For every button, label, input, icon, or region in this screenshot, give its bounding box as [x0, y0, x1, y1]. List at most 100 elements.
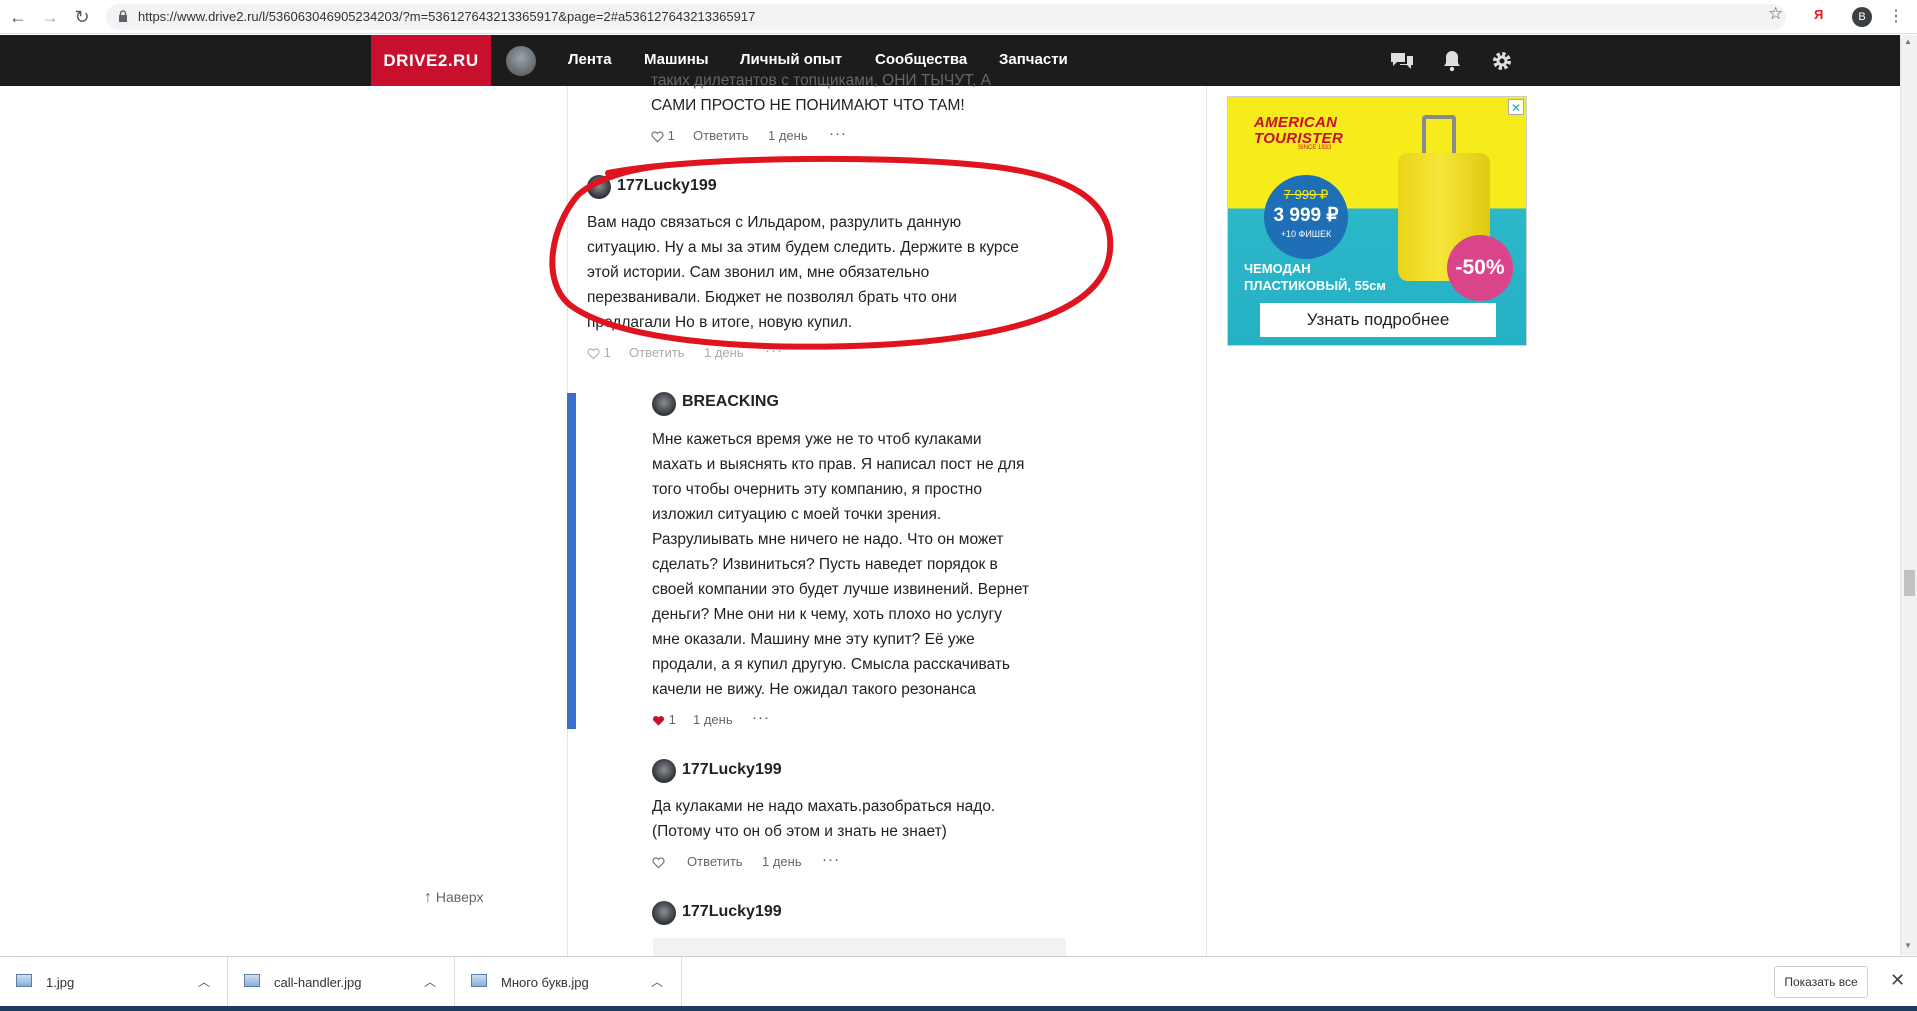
- user-avatar[interactable]: [506, 46, 536, 76]
- reply-link[interactable]: Ответить: [693, 128, 749, 143]
- comment-line: Вам надо связаться с Ильдаром, разрулить…: [587, 214, 962, 231]
- more-options-icon[interactable]: ···: [822, 851, 840, 868]
- scroll-up-arrow-icon[interactable]: ▲: [1904, 37, 1912, 46]
- like-button[interactable]: 1: [651, 128, 675, 143]
- settings-gear-icon[interactable]: [1489, 48, 1515, 74]
- reply-thread-indicator: [567, 393, 576, 729]
- arrow-up-icon: ↑: [424, 889, 432, 906]
- browser-menu-icon[interactable]: ⋮: [1888, 6, 1904, 26]
- quoted-reply-block: [653, 938, 1066, 956]
- heart-outline-icon: [587, 348, 600, 360]
- forward-arrow-icon[interactable]: →: [40, 7, 60, 27]
- comment-line: (Потому что он об этом и знать не знает): [652, 823, 947, 840]
- more-options-icon[interactable]: ···: [765, 342, 783, 359]
- comment-author[interactable]: 177Lucky199: [682, 761, 782, 779]
- like-button[interactable]: [652, 854, 665, 869]
- comment-time: 1 день: [693, 712, 733, 727]
- more-options-icon[interactable]: ···: [829, 125, 847, 142]
- comment-line: Разрулиывать мне ничего не надо. Что он …: [652, 531, 1004, 548]
- scroll-down-arrow-icon[interactable]: ▼: [1904, 941, 1912, 950]
- avatar[interactable]: [652, 759, 676, 783]
- profile-avatar[interactable]: B: [1852, 7, 1872, 27]
- downloads-bar: 1.jpg ︿ call-handler.jpg ︿ Много букв.jp…: [0, 956, 1917, 1007]
- page-scrollbar[interactable]: ▲ ▼: [1900, 35, 1917, 955]
- ad-brand-logo: AMERICAN TOURISTER: [1254, 114, 1344, 147]
- chevron-up-icon[interactable]: ︿: [424, 973, 436, 990]
- reply-link[interactable]: Ответить: [687, 854, 743, 869]
- address-bar[interactable]: https://www.drive2.ru/l/5360630469052342…: [106, 4, 1786, 30]
- close-icon[interactable]: ✕: [1890, 970, 1905, 991]
- comment-line: Мне кажеться время уже не то чтоб кулака…: [652, 431, 982, 448]
- download-filename: 1.jpg: [46, 975, 75, 990]
- image-file-icon: [244, 974, 260, 987]
- like-button[interactable]: 1: [652, 712, 676, 727]
- chevron-up-icon[interactable]: ︿: [198, 973, 210, 990]
- comment-line: качели не вижу. Не ожидал такого резонан…: [652, 681, 976, 698]
- url-text: https://www.drive2.ru/l/5360630469052342…: [138, 9, 756, 24]
- comment-line: деньги? Мне они ни к чему, хоть плохо но…: [652, 606, 1002, 623]
- back-to-top-link[interactable]: ↑ Наверх: [424, 889, 483, 907]
- suitcase-handle-icon: [1422, 115, 1456, 155]
- comment-author[interactable]: BREACKING: [682, 393, 779, 411]
- download-filename: Много букв.jpg: [501, 975, 589, 990]
- avatar[interactable]: [587, 175, 611, 199]
- nav-parts[interactable]: Запчасти: [999, 51, 1068, 68]
- ad-close-icon[interactable]: ✕: [1508, 99, 1524, 115]
- ad-chips-label: +10 ФИШЕК: [1280, 229, 1332, 239]
- chevron-up-icon[interactable]: ︿: [651, 973, 663, 990]
- comment-line: этой истории. Сам звонил им, мне обязате…: [587, 264, 930, 281]
- download-item[interactable]: 1.jpg ︿: [0, 957, 228, 1007]
- lock-icon: [119, 10, 127, 22]
- download-item[interactable]: call-handler.jpg ︿: [228, 957, 455, 1007]
- comment-line: махать и выяснять кто прав. Я написал по…: [652, 456, 1025, 473]
- browser-toolbar: ← → ↻ https://www.drive2.ru/l/5360630469…: [0, 0, 1917, 34]
- heart-filled-icon: [652, 715, 665, 726]
- comment-line: перезванивали. Бюджет не позволял брать …: [587, 289, 957, 306]
- comment-author[interactable]: 177Lucky199: [617, 177, 717, 195]
- heart-outline-icon: [651, 131, 664, 143]
- reload-icon[interactable]: ↻: [72, 7, 92, 27]
- bookmark-star-icon[interactable]: ☆: [1768, 4, 1783, 24]
- page-background: [0, 86, 567, 956]
- advertisement-banner[interactable]: ✕ AMERICAN TOURISTER SINCE 1933 7 999 ₽ …: [1227, 96, 1527, 346]
- ad-old-price: 7 999 ₽: [1283, 187, 1329, 202]
- comment-line: ситуацию. Ну а мы за этим будем следить.…: [587, 239, 1019, 256]
- more-options-icon[interactable]: ···: [752, 709, 770, 726]
- comment-author[interactable]: 177Lucky199: [682, 903, 782, 921]
- os-taskbar: [0, 1006, 1917, 1011]
- comment-line: продали, а я купил другую. Смысла расска…: [652, 656, 1010, 673]
- ad-learn-more-button[interactable]: Узнать подробнее: [1260, 303, 1496, 337]
- prev-comment-meta: 1 Ответить 1 день ···: [651, 125, 901, 146]
- comment-line: того чтобы очернить эту компанию, я прос…: [652, 481, 982, 498]
- reply-link[interactable]: Ответить: [629, 345, 685, 360]
- show-all-downloads-button[interactable]: Показать все: [1774, 966, 1868, 998]
- comment-time: 1 день: [762, 854, 802, 869]
- ad-description: ЧЕМОДАН ПЛАСТИКОВЫЙ, 55см: [1244, 261, 1386, 293]
- nav-experience[interactable]: Личный опыт: [740, 51, 842, 68]
- nav-feed[interactable]: Лента: [568, 51, 612, 68]
- messages-icon[interactable]: [1389, 48, 1415, 74]
- prev-comment-line: таких дилетантов с топщиками, ОНИ ТЫЧУТ,…: [651, 72, 991, 89]
- comment-line: своей компании это будет лучше извинений…: [652, 581, 1030, 598]
- comment-line: мне оказали. Машину мне эту купит? Её уж…: [652, 631, 975, 648]
- like-button[interactable]: 1: [587, 345, 611, 360]
- download-item[interactable]: Много букв.jpg ︿: [455, 957, 682, 1007]
- ad-price-badge: 7 999 ₽ 3 999 ₽ +10 ФИШЕК: [1264, 175, 1348, 259]
- comment-time: 1 день: [768, 128, 808, 143]
- scrollbar-thumb[interactable]: [1904, 570, 1915, 596]
- site-logo[interactable]: DRIVE2.RU: [371, 35, 491, 86]
- comment-meta: 1 Ответить 1 день ···: [587, 342, 837, 363]
- comment-meta: 1 1 день ···: [652, 709, 852, 730]
- ad-new-price: 3 999 ₽: [1273, 205, 1339, 226]
- comment-line: предлагали Но в итоге, новую купил.: [587, 314, 853, 331]
- avatar[interactable]: [652, 392, 676, 416]
- notifications-bell-icon[interactable]: [1439, 48, 1465, 74]
- yandex-extension-icon[interactable]: Я: [1814, 7, 1823, 22]
- nav-communities[interactable]: Сообщества: [875, 51, 967, 68]
- comment-line: Да кулаками не надо махать.разобраться н…: [652, 798, 996, 815]
- back-arrow-icon[interactable]: ←: [8, 7, 28, 27]
- avatar[interactable]: [652, 901, 676, 925]
- image-file-icon: [471, 974, 487, 987]
- comment-line: изложил ситуацию с моей точки зрения.: [652, 506, 942, 523]
- nav-cars[interactable]: Машины: [644, 51, 709, 68]
